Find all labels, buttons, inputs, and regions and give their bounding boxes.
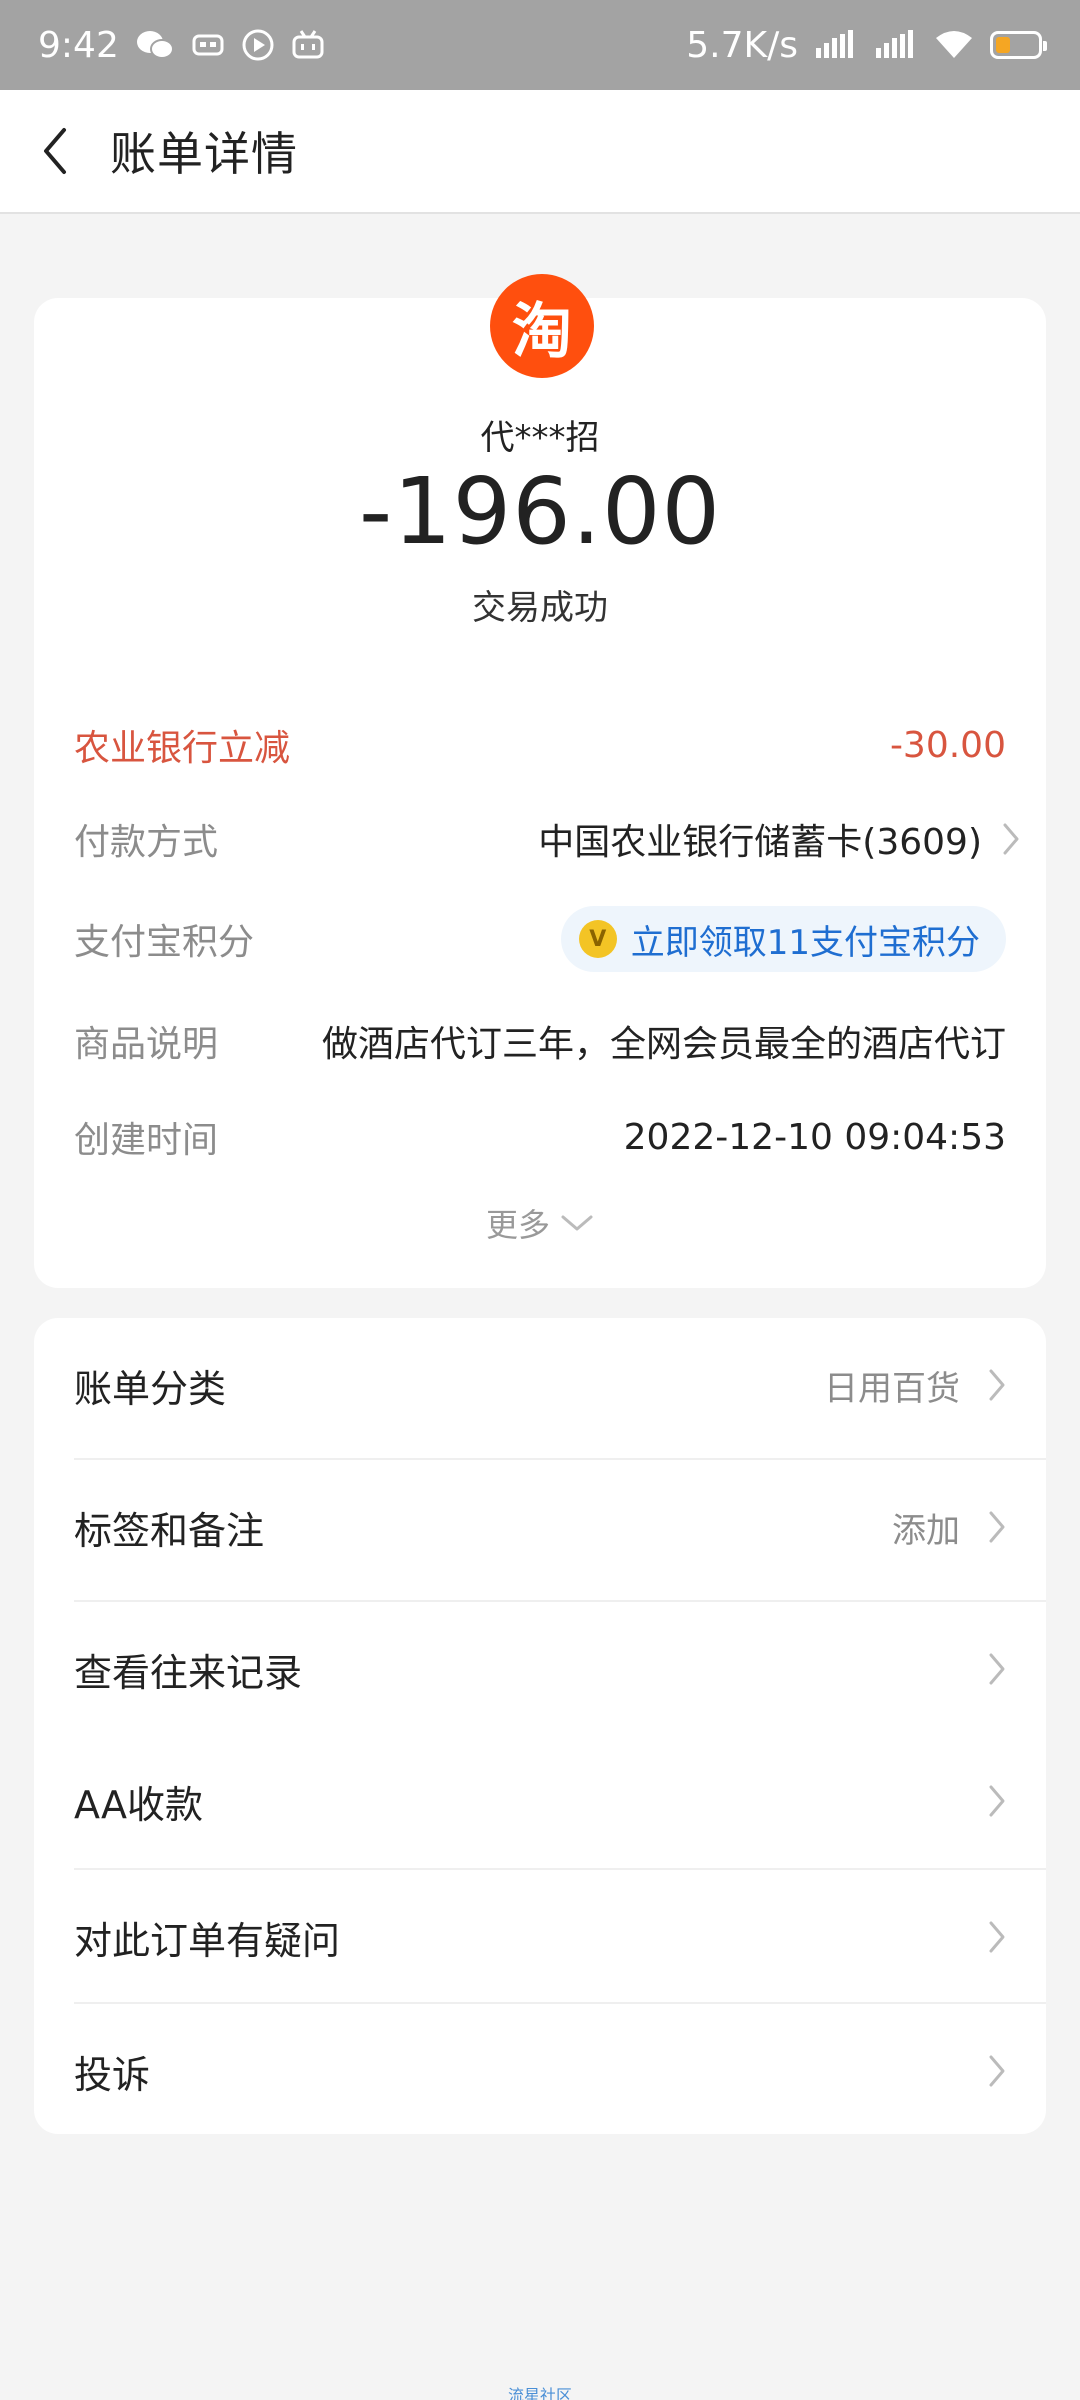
claim-points-label: 立即领取11支付宝积分 xyxy=(630,922,980,963)
created-time-value: 2022-12-10 09:04:53 xyxy=(623,1116,1006,1158)
status-bar: 9:42 5.7K/s xyxy=(0,0,1080,90)
list-item-question[interactable]: 对此订单有疑问 xyxy=(34,1870,1046,2004)
header-bar: 账单详情 xyxy=(0,90,1080,214)
aa-label: AA收款 xyxy=(74,1782,204,1827)
chevron-down-icon xyxy=(561,1215,593,1231)
signal-icon xyxy=(814,30,858,60)
actions-card: 账单分类 日用百货 标签和备注 添加 查看往来记录 AA收款 对此订单有疑问 投… xyxy=(34,1318,1046,2134)
more-button[interactable]: 更多 xyxy=(34,1198,1046,1248)
vr-icon xyxy=(191,30,225,60)
complaint-right xyxy=(988,2054,1006,2088)
tags-value: 添加 xyxy=(892,1510,960,1551)
chevron-right-icon xyxy=(989,1785,1005,1817)
payment-method-value: 中国农业银行储蓄卡(3609) xyxy=(538,822,982,863)
signal-icon-2 xyxy=(874,30,918,60)
wifi-icon xyxy=(934,30,974,60)
watermark: 流星社区 xyxy=(507,2386,572,2400)
taobao-logo: 淘 xyxy=(490,274,594,378)
more-label: 更多 xyxy=(485,1206,550,1244)
battery-level xyxy=(996,37,1010,53)
chevron-right-icon xyxy=(989,2055,1005,2087)
chevron-right-icon xyxy=(989,1921,1005,1953)
merchant-name: 代***招 xyxy=(480,418,600,458)
tags-right: 添加 xyxy=(892,1503,1006,1552)
description-row: 商品说明 做酒店代订三年，全网会员最全的酒店代订 xyxy=(74,1006,1046,1076)
status-left: 9:42 xyxy=(38,25,325,66)
payment-method-value-wrap: 中国农业银行储蓄卡(3609) xyxy=(538,813,1046,865)
chevron-right-icon xyxy=(989,1511,1005,1543)
list-item-tags[interactable]: 标签和备注 添加 xyxy=(34,1460,1046,1594)
list-item-complaint[interactable]: 投诉 xyxy=(34,2004,1046,2138)
created-time-row: 创建时间 2022-12-10 09:04:53 xyxy=(74,1102,1046,1172)
discount-label: 农业银行立减 xyxy=(74,728,291,769)
transaction-amount: -196.00 xyxy=(358,458,722,565)
status-time: 9:42 xyxy=(38,24,119,66)
complaint-label: 投诉 xyxy=(74,2052,151,2097)
points-label: 支付宝积分 xyxy=(74,922,255,963)
page-title: 账单详情 xyxy=(110,127,298,181)
history-label: 查看往来记录 xyxy=(74,1650,303,1695)
transaction-status: 交易成功 xyxy=(472,588,608,628)
chevron-right-icon xyxy=(989,1653,1005,1685)
payment-method-label: 付款方式 xyxy=(74,822,219,863)
list-item-aa[interactable]: AA收款 xyxy=(34,1734,1046,1868)
category-label: 账单分类 xyxy=(74,1366,227,1411)
category-right: 日用百货 xyxy=(824,1361,1006,1410)
back-button[interactable] xyxy=(0,89,110,213)
list-item-category[interactable]: 账单分类 日用百货 xyxy=(34,1318,1046,1452)
play-icon xyxy=(241,28,275,62)
discount-value: -30.00 xyxy=(889,724,1006,766)
points-value-wrap: V 立即领取11支付宝积分 xyxy=(560,906,1046,972)
question-right xyxy=(988,1920,1006,1954)
chevron-right-icon xyxy=(1000,820,1022,858)
net-speed: 5.7K/s xyxy=(686,24,798,66)
discount-row: 农业银行立减 -30.00 xyxy=(74,710,1046,780)
bilibili-icon xyxy=(291,29,325,61)
history-right xyxy=(988,1652,1006,1686)
chevron-right-icon xyxy=(989,1369,1005,1401)
tags-label: 标签和备注 xyxy=(74,1508,265,1553)
payment-method-row[interactable]: 付款方式 中国农业银行储蓄卡(3609) xyxy=(74,804,1046,874)
question-label: 对此订单有疑问 xyxy=(74,1918,341,1963)
wechat-icon xyxy=(135,28,175,62)
list-item-history[interactable]: 查看往来记录 xyxy=(34,1602,1046,1736)
coin-icon: V xyxy=(578,920,617,958)
status-right: 5.7K/s xyxy=(686,24,1047,66)
aa-right xyxy=(988,1784,1006,1818)
category-value: 日用百货 xyxy=(824,1368,960,1409)
points-row: 支付宝积分 V 立即领取11支付宝积分 xyxy=(74,904,1046,974)
chevron-left-icon xyxy=(44,128,66,174)
transaction-card: 淘 代***招 -196.00 交易成功 农业银行立减 -30.00 付款方式 … xyxy=(34,274,1046,1288)
description-value: 做酒店代订三年，全网会员最全的酒店代订 xyxy=(321,1024,1006,1065)
claim-points-button[interactable]: V 立即领取11支付宝积分 xyxy=(560,906,1006,972)
created-time-label: 创建时间 xyxy=(74,1120,219,1161)
battery-icon xyxy=(990,31,1047,59)
description-label: 商品说明 xyxy=(74,1024,219,1065)
